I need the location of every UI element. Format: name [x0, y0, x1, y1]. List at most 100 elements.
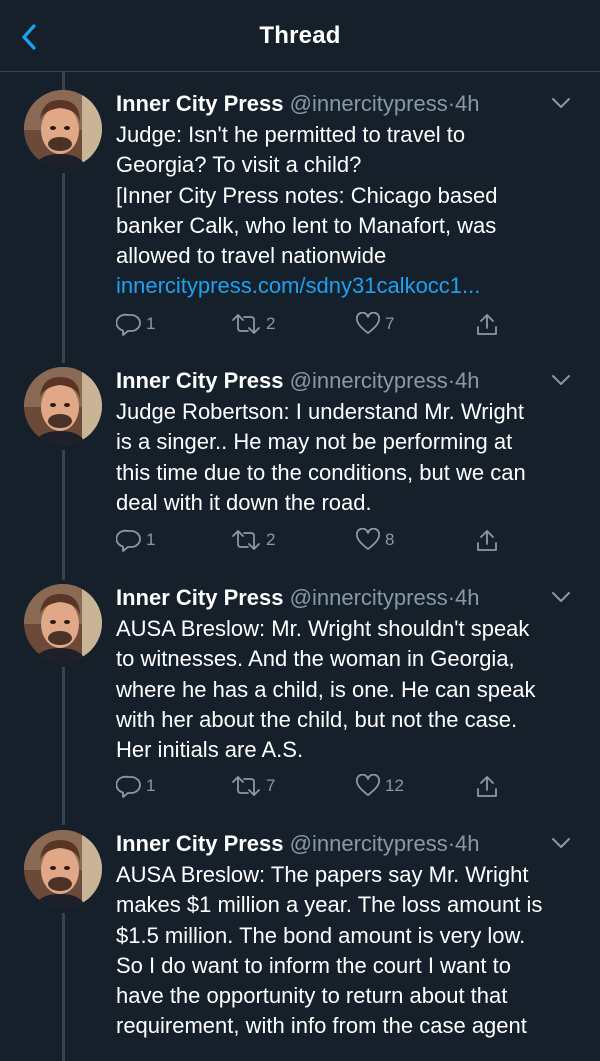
share-button[interactable]: [474, 528, 500, 554]
reply-button[interactable]: 1: [116, 774, 155, 798]
like-icon: [356, 528, 380, 550]
share-button[interactable]: [474, 774, 500, 800]
like-count: 8: [385, 530, 395, 549]
tweet-header: Inner City Press @innercitypress·4h: [116, 367, 540, 395]
avatar[interactable]: [24, 90, 102, 168]
author-handle[interactable]: @innercitypress: [290, 368, 448, 393]
tweet-line: allowed to travel nationwide: [116, 243, 387, 269]
back-arrow-icon: [22, 24, 36, 50]
tweet-line: Judge: Isn't he permitted to travel to: [116, 122, 466, 147]
author-handle[interactable]: @innercitypress: [290, 831, 448, 856]
tweet-text: AUSA Breslow: The papers say Mr. Wright …: [116, 860, 586, 1042]
share-icon: [477, 776, 497, 797]
tweet-line: with her about the child, but not the ca…: [116, 706, 518, 732]
top-bar: Thread: [0, 0, 600, 72]
separator-dot: ·: [447, 585, 456, 610]
author-name[interactable]: Inner City Press: [116, 368, 284, 393]
avatar[interactable]: [24, 584, 102, 662]
thread-connector: [62, 450, 65, 580]
retweet-icon: [232, 314, 260, 334]
tweet-text: AUSA Breslow: Mr. Wright shouldn't speak…: [116, 614, 586, 765]
tweet-line: Judge Robertson: I understand Mr. Wright: [116, 399, 525, 424]
retweet-count: 2: [266, 530, 276, 549]
retweet-count: 2: [266, 314, 276, 333]
like-icon: [356, 312, 380, 334]
tweet-menu-button[interactable]: [550, 373, 572, 392]
retweet-button[interactable]: 7: [230, 774, 275, 798]
tweet-text: Judge: Isn't he permitted to travel to G…: [116, 120, 586, 302]
author-handle[interactable]: @innercitypress: [290, 585, 448, 610]
tweet-header: Inner City Press @innercitypress·4h: [116, 90, 540, 118]
tweet-line: Georgia? To visit a child?: [116, 152, 362, 178]
like-count: 12: [385, 776, 404, 795]
author-name[interactable]: Inner City Press: [116, 91, 284, 116]
timestamp[interactable]: 4h: [455, 91, 479, 116]
like-button[interactable]: 12: [355, 774, 404, 798]
reply-icon: [116, 529, 141, 552]
tweet-menu-button[interactable]: [550, 590, 572, 609]
chevron-down-icon: [552, 838, 570, 848]
share-icon: [477, 530, 497, 551]
share-button[interactable]: [474, 312, 500, 338]
tweet-line: requirement, with info from the case age…: [116, 1013, 527, 1039]
thread-connector: [62, 72, 65, 90]
tweet-line: deal with it down the road.: [116, 489, 372, 515]
tweet-line: makes $1 million a year. The loss amount…: [116, 892, 543, 918]
tweet-line: Her initials are A.S.: [116, 737, 304, 763]
tweet-line: banker Calk, who lent to Manafort, was: [116, 212, 497, 238]
chevron-down-icon: [552, 98, 570, 108]
tweet-header: Inner City Press @innercitypress·4h: [116, 584, 540, 612]
share-icon: [477, 314, 497, 335]
tweet-line: is a singer.. He may not be performing a…: [116, 429, 513, 455]
retweet-icon: [232, 776, 260, 796]
back-button[interactable]: [14, 22, 44, 52]
thread-connector: [62, 173, 65, 363]
tweet-actions: 1 2 8: [116, 528, 516, 558]
thread-connector: [62, 667, 65, 825]
avatar[interactable]: [24, 830, 102, 908]
reply-icon: [116, 775, 141, 798]
retweet-button[interactable]: 2: [230, 312, 275, 336]
reply-count: 1: [146, 314, 156, 333]
tweet-menu-button[interactable]: [550, 96, 572, 115]
tweet-line: So I do want to inform the court I want …: [116, 952, 511, 978]
tweet-line: to witnesses. And the woman in Georgia,: [116, 646, 515, 672]
reply-button[interactable]: 1: [116, 528, 155, 552]
thread-connector: [62, 913, 65, 1061]
chevron-down-icon: [552, 592, 570, 602]
retweet-icon: [232, 530, 260, 550]
reply-count: 1: [146, 776, 156, 795]
tweet-header: Inner City Press @innercitypress·4h: [116, 830, 540, 858]
chevron-down-icon: [552, 375, 570, 385]
avatar[interactable]: [24, 367, 102, 445]
like-icon: [356, 774, 380, 796]
like-button[interactable]: 7: [355, 312, 394, 336]
tweet-line: this time due to the conditions, but we …: [116, 459, 526, 485]
tweet-line: AUSA Breslow: The papers say Mr. Wright: [116, 862, 529, 887]
tweet-text: Judge Robertson: I understand Mr. Wright…: [116, 397, 586, 518]
reply-button[interactable]: 1: [116, 312, 155, 336]
timestamp[interactable]: 4h: [455, 585, 479, 610]
like-button[interactable]: 8: [355, 528, 394, 552]
separator-dot: ·: [447, 831, 456, 856]
reply-count: 1: [146, 530, 156, 549]
tweet-line: where he has a child, is one. He can spe…: [116, 676, 536, 702]
separator-dot: ·: [447, 91, 456, 116]
reply-icon: [116, 313, 141, 336]
retweet-button[interactable]: 2: [230, 528, 275, 552]
retweet-count: 7: [266, 776, 276, 795]
timestamp[interactable]: 4h: [455, 368, 479, 393]
separator-dot: ·: [447, 368, 456, 393]
tweet-actions: 1 2 7: [116, 312, 516, 342]
tweet-line: [Inner City Press notes: Chicago based: [116, 182, 498, 208]
author-name[interactable]: Inner City Press: [116, 585, 284, 610]
tweet-menu-button[interactable]: [550, 836, 572, 855]
timestamp[interactable]: 4h: [455, 831, 479, 856]
tweet-link[interactable]: innercitypress.com/sdny31calkocc1...: [116, 271, 586, 301]
page-title: Thread: [259, 21, 341, 49]
author-handle[interactable]: @innercitypress: [290, 91, 448, 116]
tweet-line: AUSA Breslow: Mr. Wright shouldn't speak: [116, 616, 530, 641]
author-name[interactable]: Inner City Press: [116, 831, 284, 856]
like-count: 7: [385, 314, 395, 333]
tweet-line: have the opportunity to return about tha…: [116, 983, 508, 1009]
